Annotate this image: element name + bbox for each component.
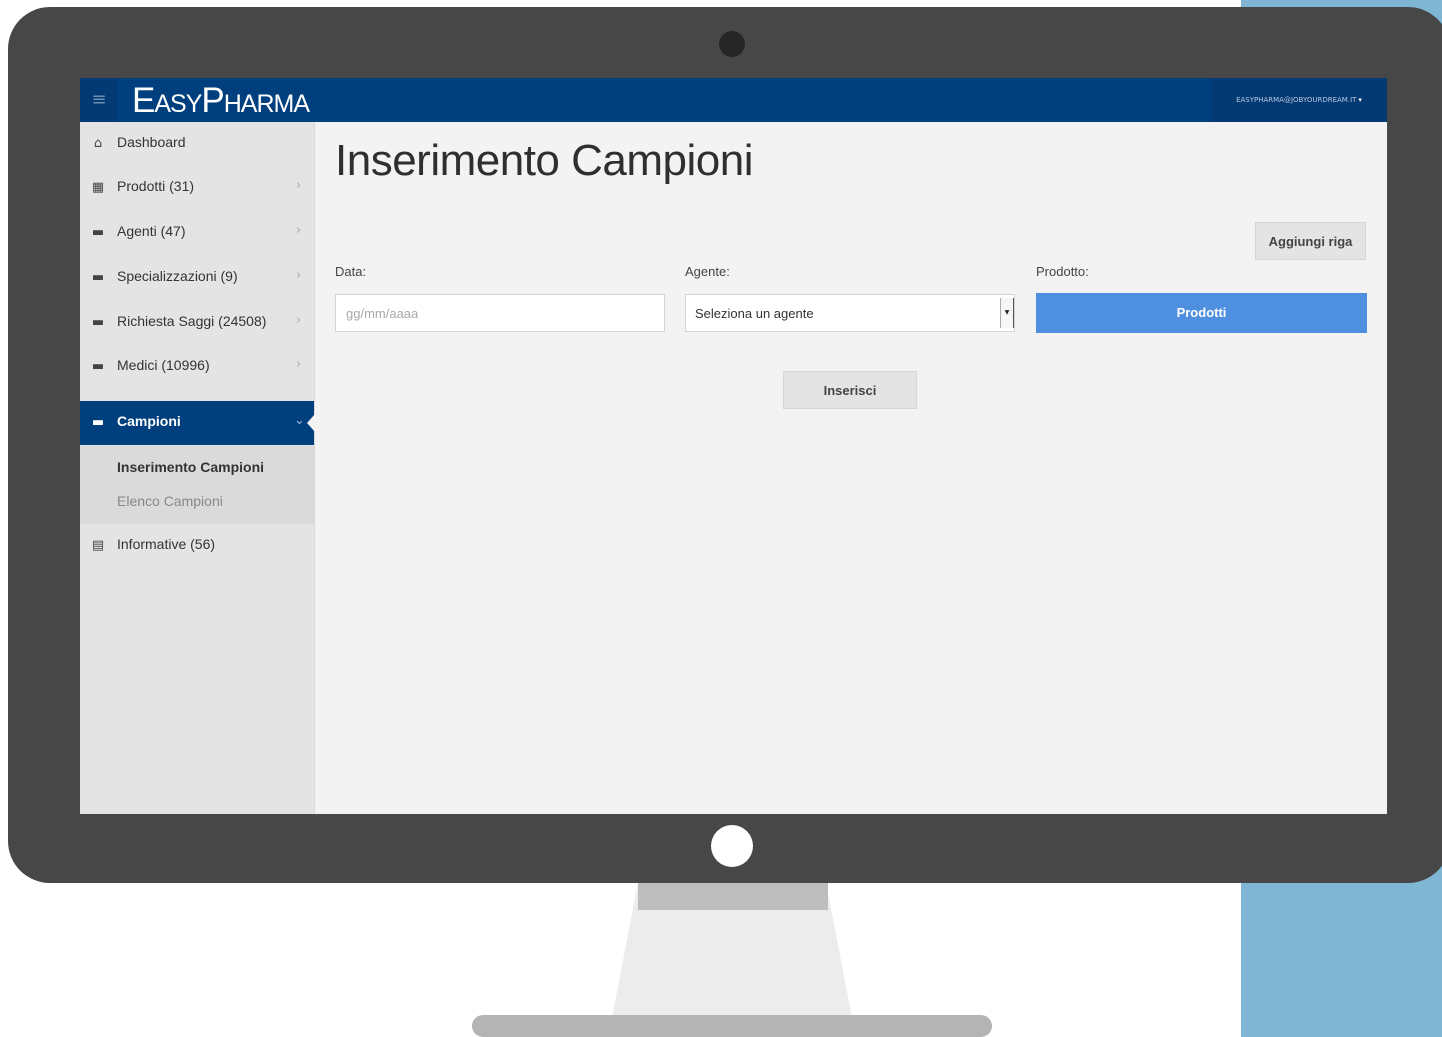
briefcase-icon: ▬ bbox=[91, 315, 105, 330]
sidebar-item-campioni[interactable]: ▬ Campioni ⌄ bbox=[80, 401, 315, 445]
document-icon: ▤ bbox=[91, 538, 105, 553]
sidebar: ⌂ Dashboard ▦ Prodotti (31) › ▬ Agenti (… bbox=[80, 122, 315, 814]
briefcase-icon: ▬ bbox=[91, 225, 105, 240]
sidebar-item-label: Dashboard bbox=[117, 134, 186, 150]
date-label: Data: bbox=[335, 264, 367, 279]
chevron-right-icon: › bbox=[296, 357, 302, 372]
briefcase-icon: ▬ bbox=[91, 270, 105, 285]
briefcase-icon: ▬ bbox=[91, 415, 105, 430]
products-button[interactable]: Prodotti bbox=[1036, 293, 1367, 333]
sidebar-item-label: Campioni bbox=[117, 413, 181, 429]
sidebar-item-informative[interactable]: ▤ Informative (56) bbox=[80, 524, 314, 568]
sidebar-item-richiesta-saggi[interactable]: ▬ Richiesta Saggi (24508) › bbox=[80, 301, 314, 345]
top-navbar: ≡ EasyPharma EASYPHARMA@JOBYOURDREAM.IT ▾ bbox=[80, 78, 1387, 122]
home-icon: ⌂ bbox=[93, 136, 103, 151]
chevron-right-icon: › bbox=[296, 313, 302, 328]
campioni-submenu: Inserimento Campioni Elenco Campioni bbox=[80, 446, 314, 524]
monitor-base bbox=[472, 1015, 992, 1037]
grid-icon: ▦ bbox=[91, 180, 105, 195]
main-content: Inserimento Campioni Aggiungi riga Data:… bbox=[315, 122, 1387, 814]
sidebar-item-medici[interactable]: ▬ Medici (10996) › bbox=[80, 345, 314, 389]
caret-down-icon: ▾ bbox=[1358, 96, 1362, 104]
chevron-right-icon: › bbox=[296, 268, 302, 283]
user-account-menu[interactable]: EASYPHARMA@JOBYOURDREAM.IT ▾ bbox=[1211, 78, 1387, 122]
sidebar-item-label: Prodotti (31) bbox=[117, 178, 195, 194]
app-screen: ≡ EasyPharma EASYPHARMA@JOBYOURDREAM.IT ▾… bbox=[80, 78, 1387, 814]
monitor-logo bbox=[711, 825, 753, 867]
active-indicator bbox=[307, 414, 315, 432]
sidebar-item-label: Richiesta Saggi (24508) bbox=[117, 313, 267, 329]
user-email: EASYPHARMA@JOBYOURDREAM.IT bbox=[1236, 96, 1357, 104]
agent-select-value: Seleziona un agente bbox=[695, 306, 814, 321]
sidebar-item-label: Specializzazioni (9) bbox=[117, 268, 238, 284]
date-input[interactable] bbox=[335, 294, 665, 332]
sidebar-item-dashboard[interactable]: ⌂ Dashboard bbox=[80, 122, 314, 166]
chevron-right-icon: › bbox=[296, 223, 302, 238]
product-label: Prodotto: bbox=[1036, 264, 1089, 279]
insert-button[interactable]: Inserisci bbox=[783, 371, 917, 409]
add-row-button[interactable]: Aggiungi riga bbox=[1255, 222, 1366, 260]
monitor-stand-shadow bbox=[638, 883, 828, 910]
sidebar-item-label: Informative (56) bbox=[117, 536, 216, 552]
sidebar-item-agenti[interactable]: ▬ Agenti (47) › bbox=[80, 211, 314, 255]
submenu-item-inserimento-campioni[interactable]: Inserimento Campioni bbox=[117, 459, 264, 475]
briefcase-icon: ▬ bbox=[91, 359, 105, 374]
hamburger-menu-icon[interactable]: ≡ bbox=[80, 78, 118, 122]
sidebar-item-specializzazioni[interactable]: ▬ Specializzazioni (9) › bbox=[80, 256, 314, 300]
webcam bbox=[719, 31, 745, 57]
agent-select[interactable]: Seleziona un agente ▼ bbox=[685, 294, 1015, 332]
agent-label: Agente: bbox=[685, 264, 730, 279]
submenu-item-elenco-campioni[interactable]: Elenco Campioni bbox=[117, 493, 223, 509]
chevron-right-icon: › bbox=[296, 178, 302, 193]
select-arrow-icon: ▼ bbox=[1000, 298, 1014, 328]
brand-logo[interactable]: EasyPharma bbox=[132, 82, 310, 120]
sidebar-item-label: Medici (10996) bbox=[117, 357, 210, 373]
page-title: Inserimento Campioni bbox=[335, 136, 753, 185]
chevron-down-icon: ⌄ bbox=[294, 413, 305, 428]
sidebar-item-label: Agenti (47) bbox=[117, 223, 186, 239]
sidebar-item-prodotti[interactable]: ▦ Prodotti (31) › bbox=[80, 166, 314, 210]
